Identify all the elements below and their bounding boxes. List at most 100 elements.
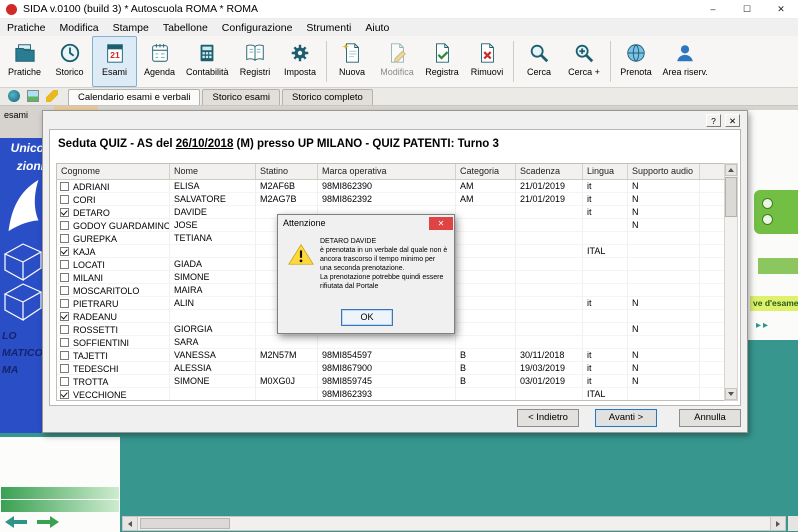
row-checkbox[interactable] (60, 260, 69, 269)
toolbar-button-esami[interactable]: 21Esami (92, 36, 137, 87)
table-row[interactable]: CORISALVATOREM2AG7B98MI862392AM21/01/201… (57, 193, 725, 206)
tab-storico-completo[interactable]: Storico completo (282, 89, 373, 105)
cell-categoria (456, 388, 516, 401)
row-checkbox[interactable] (60, 312, 69, 321)
row-checkbox[interactable] (60, 195, 69, 204)
toolbar-button-registra[interactable]: Registra (420, 36, 465, 87)
table-row[interactable]: VECCHIONE98MI862393ITAL (57, 388, 725, 401)
row-checkbox[interactable] (60, 273, 69, 282)
scroll-right-button[interactable] (770, 517, 785, 530)
table-row[interactable]: TEDESCHIALESSIA98MI867900B19/03/2019itN (57, 362, 725, 375)
table-row[interactable]: ADRIANIELISAM2AF6B98MI862390AM21/01/2019… (57, 180, 725, 193)
column-header-statino[interactable]: Statino (256, 164, 318, 179)
tab-storico-esami[interactable]: Storico esami (202, 89, 280, 105)
image-icon[interactable] (27, 90, 39, 102)
menu-item-aiuto[interactable]: Aiuto (358, 22, 396, 34)
toolbar-button-cerca[interactable]: Cerca (517, 36, 562, 87)
row-checkbox[interactable] (60, 338, 69, 347)
toolbar-button-cerca[interactable]: Cerca + (562, 36, 607, 87)
toolbar-button-modifica[interactable]: Modifica (375, 36, 420, 87)
list-item[interactable] (1, 487, 119, 499)
vertical-scroll-thumb[interactable] (725, 177, 737, 217)
sidebar-text-fragment: Unico (11, 141, 44, 155)
column-header-cognome[interactable]: Cognome (57, 164, 170, 179)
column-header-nome[interactable]: Nome (170, 164, 256, 179)
toolbar-button-imposta[interactable]: Imposta (278, 36, 323, 87)
cell-lingua: ITAL (583, 388, 628, 401)
toolbar-button-pratiche[interactable]: Pratiche (2, 36, 47, 87)
cell-lingua (583, 258, 628, 271)
row-checkbox[interactable] (60, 351, 69, 360)
dialog-title-bar: Attenzione ✕ (278, 215, 454, 230)
preview-icon[interactable] (8, 90, 20, 102)
calculator-icon (196, 39, 218, 67)
prev-arrow-icon[interactable] (4, 515, 28, 529)
table-scrollbar[interactable] (724, 163, 738, 401)
row-checkbox[interactable] (60, 325, 69, 334)
scroll-left-button[interactable] (123, 517, 138, 530)
menu-item-pratiche[interactable]: Pratiche (0, 22, 53, 34)
horizontal-scrollbar[interactable] (122, 516, 786, 531)
cancel-button[interactable]: Annulla (679, 409, 741, 427)
tab-calendario-esami-e-verbali[interactable]: Calendario esami e verbali (68, 89, 200, 105)
back-button[interactable]: < Indietro (517, 409, 579, 427)
table-row[interactable]: SOFFIENTINISARA (57, 336, 725, 349)
toolbar-button-area-riserv[interactable]: Area riserv. (659, 36, 712, 87)
next-button[interactable]: Avanti > (595, 409, 657, 427)
row-checkbox[interactable] (60, 247, 69, 256)
row-checkbox[interactable] (60, 364, 69, 373)
warning-dialog: Attenzione ✕ DETARO DAVIDE è prenotata i… (277, 214, 455, 334)
ledger-icon (244, 39, 266, 67)
menu-item-stampe[interactable]: Stampe (106, 22, 156, 34)
next-arrow-icon[interactable] (36, 515, 60, 529)
toolbar-separator (326, 41, 327, 82)
cell-categoria (456, 219, 516, 232)
minimize-button[interactable]: – (696, 0, 730, 18)
row-checkbox[interactable] (60, 390, 69, 399)
menu-item-configurazione[interactable]: Configurazione (215, 22, 300, 34)
scroll-down-button[interactable] (725, 388, 737, 400)
cell-lingua: ITAL (583, 245, 628, 258)
column-header-scadenza[interactable]: Scadenza (516, 164, 583, 179)
cell-scadenza (516, 284, 583, 297)
column-header-marca-operativa[interactable]: Marca operativa (318, 164, 456, 179)
help-button[interactable]: ? (706, 114, 721, 127)
row-checkbox[interactable] (60, 234, 69, 243)
close-button[interactable]: ✕ (764, 0, 798, 18)
cell-cognome: TROTTA (57, 375, 170, 388)
cell-scadenza: 30/11/2018 (516, 349, 583, 362)
cell-categoria: AM (456, 180, 516, 193)
cell-lingua: it (583, 206, 628, 219)
row-checkbox[interactable] (60, 221, 69, 230)
toolbar-button-nuova[interactable]: Nuova (330, 36, 375, 87)
scroll-up-button[interactable] (725, 164, 737, 176)
row-checkbox[interactable] (60, 286, 69, 295)
row-checkbox[interactable] (60, 208, 69, 217)
toolbar-button-prenota[interactable]: Prenota (614, 36, 659, 87)
row-checkbox[interactable] (60, 299, 69, 308)
column-header-categoria[interactable]: Categoria (456, 164, 516, 179)
menu-item-strumenti[interactable]: Strumenti (299, 22, 358, 34)
cell-marca: 98MI859745 (318, 375, 456, 388)
wizard-close-button[interactable]: ✕ (725, 114, 740, 127)
toolbar-button-registri[interactable]: Registri (233, 36, 278, 87)
maximize-button[interactable]: ☐ (730, 0, 764, 18)
horizontal-scroll-thumb[interactable] (140, 518, 230, 529)
toolbar-button-contabilit[interactable]: Contabilità (182, 36, 233, 87)
cell-cognome: GODOY GUARDAMINO (57, 219, 170, 232)
column-header-lingua[interactable]: Lingua (583, 164, 628, 179)
column-header-supporto-audio[interactable]: Supporto audio (628, 164, 700, 179)
table-row[interactable]: TROTTASIMONEM0XG0J98MI859745B03/01/2019i… (57, 375, 725, 388)
toolbar-button-storico[interactable]: Storico (47, 36, 92, 87)
row-checkbox[interactable] (60, 182, 69, 191)
menu-item-modifica[interactable]: Modifica (53, 22, 106, 34)
menu-item-tabellone[interactable]: Tabellone (156, 22, 215, 34)
dialog-close-button[interactable]: ✕ (429, 217, 453, 230)
table-row[interactable]: TAJETTIVANESSAM2N57M98MI854597B30/11/201… (57, 349, 725, 362)
row-checkbox[interactable] (60, 377, 69, 386)
toolbar-button-agenda[interactable]: Agenda (137, 36, 182, 87)
ok-button[interactable]: OK (341, 309, 393, 326)
pencil-icon[interactable] (46, 90, 58, 102)
list-item[interactable] (1, 500, 119, 512)
toolbar-button-rimuovi[interactable]: Rimuovi (465, 36, 510, 87)
